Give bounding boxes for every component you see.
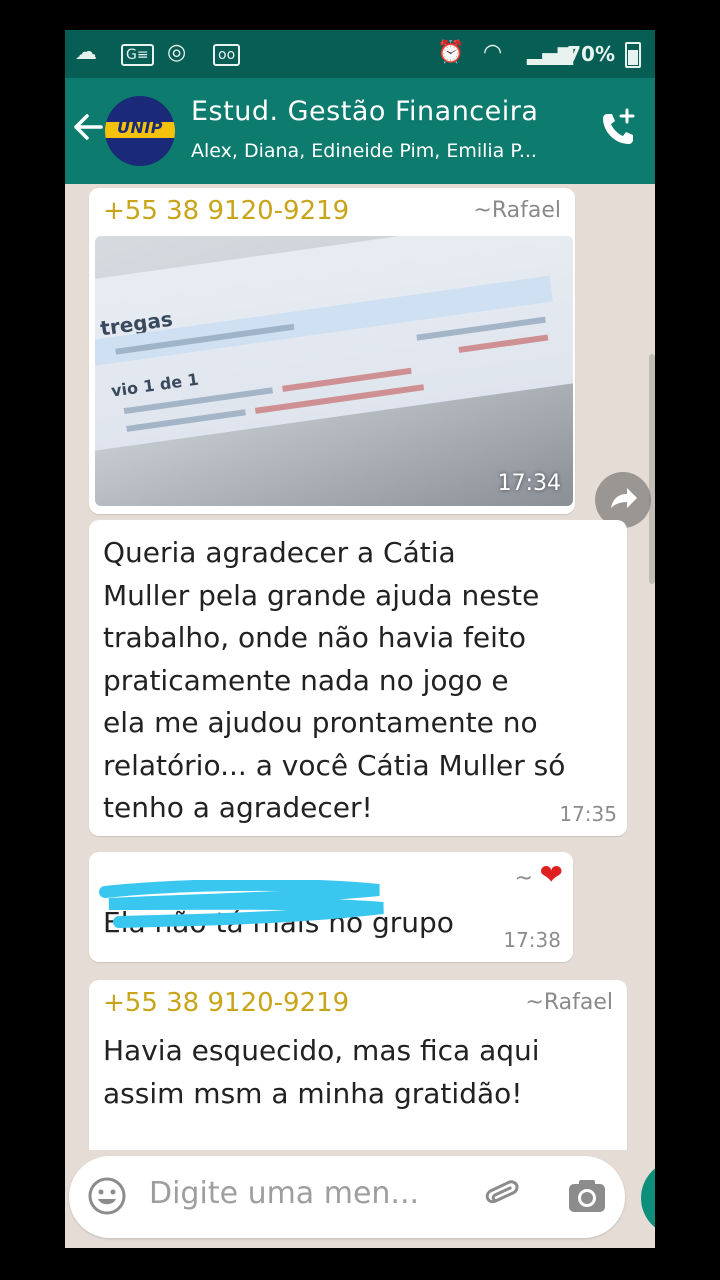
cloud-icon: ☁ — [75, 40, 97, 65]
photo-row-text: vio 1 de 1 — [109, 369, 200, 401]
mic-button[interactable] — [641, 1160, 655, 1236]
camera-icon[interactable] — [567, 1178, 607, 1216]
emoji-icon[interactable] — [87, 1176, 127, 1216]
chat-title[interactable]: Estud. Gestão Financeira — [191, 96, 538, 127]
chrome-icon: ◎ — [167, 40, 187, 65]
message-sender[interactable]: +55 38 9120-9219 — [103, 196, 349, 226]
input-placeholder: Digite uma men... — [149, 1176, 420, 1211]
add-call-icon[interactable] — [597, 106, 641, 150]
ge-app-icon: G≡ — [121, 44, 154, 66]
battery-percent: 70% — [567, 42, 615, 66]
message-alias: ~Rafael — [525, 990, 613, 1015]
battery-icon — [625, 42, 641, 68]
photo-time: 17:34 — [497, 471, 561, 496]
chat-area[interactable]: +55 38 9120-9219 ~Rafael tregas vio 1 de… — [65, 184, 655, 1180]
photo-screen-content: tregas vio 1 de 1 — [95, 236, 573, 452]
phone-screen: ☁ G≡ ◎ oo ⏰ ◠ ▂▄▆ 70% UNIP Estud. Gestão… — [65, 30, 655, 1248]
message-time: 17:38 — [503, 928, 561, 952]
scrollbar[interactable] — [649, 354, 655, 584]
message-alias-prefix: ~ — [514, 866, 533, 891]
status-bar: ☁ G≡ ◎ oo ⏰ ◠ ▂▄▆ 70% — [65, 30, 655, 78]
heart-emoji: ❤ — [539, 858, 563, 891]
redaction-scribble — [99, 880, 384, 928]
message-input[interactable]: Digite uma men... — [69, 1156, 625, 1238]
message-text: Havia esquecido, mas fica aqui assim msm… — [103, 1034, 540, 1110]
input-bar: Digite uma men... — [65, 1150, 655, 1248]
chat-participants[interactable]: Alex, Diana, Edineide Pim, Emilia P... — [191, 140, 537, 162]
message-bubble[interactable]: Queria agradecer a Cátia Muller pela gra… — [89, 520, 627, 836]
group-avatar-text: UNIP — [116, 118, 164, 137]
alarm-icon: ⏰ — [437, 40, 465, 65]
message-image-bubble[interactable]: +55 38 9120-9219 ~Rafael tregas vio 1 de… — [89, 188, 575, 514]
message-sender[interactable]: +55 38 9120-9219 — [103, 988, 349, 1018]
message-photo[interactable]: tregas vio 1 de 1 17:34 — [95, 236, 573, 506]
group-avatar[interactable]: UNIP — [105, 96, 175, 166]
arrow-left-icon[interactable] — [71, 110, 105, 144]
message-alias: ~Rafael — [473, 198, 561, 223]
message-time: 17:35 — [559, 802, 617, 826]
voicemail-icon: oo — [213, 44, 241, 66]
message-text: Queria agradecer a Cátia Muller pela gra… — [103, 536, 566, 824]
paperclip-icon[interactable] — [483, 1176, 523, 1216]
wifi-icon: ◠ — [483, 40, 503, 65]
chat-header: UNIP Estud. Gestão Financeira Alex, Dian… — [65, 78, 655, 184]
